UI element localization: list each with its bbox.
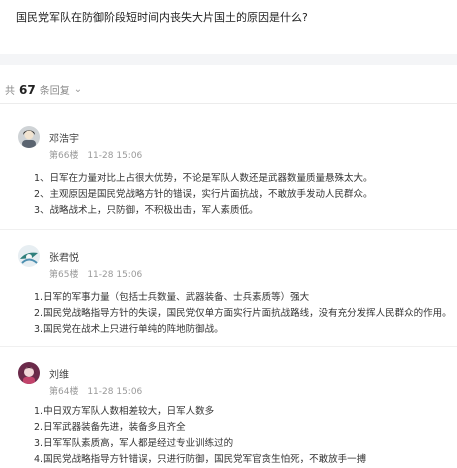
question-title: 国民党军队在防御阶段短时间内丧失大片国土的原因是什么? xyxy=(16,11,308,24)
author-name[interactable]: 邓浩宇 xyxy=(49,130,79,145)
author-name[interactable]: 刘维 xyxy=(49,366,69,381)
reply-time: 11-28 15:06 xyxy=(87,151,143,161)
reply-line: 1.中日双方军队人数相差较大，日军人数多 xyxy=(34,406,215,417)
section-band xyxy=(0,54,457,65)
avatar[interactable] xyxy=(18,126,40,148)
divider xyxy=(0,346,457,347)
reply-line: 4.国民党战略指导方针错误，只进行防御，国民党军官贪生怕死，不敢放手一搏 xyxy=(34,454,367,465)
reply-time: 11-28 15:06 xyxy=(87,270,143,280)
reply-line: 3.日军军队素质高，军人都是经过专业训练过的 xyxy=(34,438,234,449)
floor-number: 第64楼 xyxy=(49,387,79,397)
reply-line: 2.日军武器装备先进，装备多且齐全 xyxy=(34,422,186,433)
reply-meta: 第66楼 11-28 15:06 xyxy=(49,148,142,161)
reply-count-prefix: 共 xyxy=(5,86,15,97)
reply-content: 1、日军在力量对比上占很大优势，不论是军队人数还是武器数量质量悬殊太大。 2、主… xyxy=(34,171,373,219)
reply-count-suffix: 条回复 xyxy=(39,86,70,97)
reply-line: 2、主观原因是国民党战略方针的错误，实行片面抗战，不敢放手发动人民群众。 xyxy=(34,189,373,200)
reply-content: 1.日军的军事力量（包括士兵数量、武器装备、士兵素质等）强大 2.国民党战略指导… xyxy=(34,290,452,338)
reply-line: 3.国民党在战术上只进行单纯的阵地防御战。 xyxy=(34,324,224,335)
reply-meta: 第64楼 11-28 15:06 xyxy=(49,384,142,397)
avatar[interactable] xyxy=(18,362,40,384)
reply-count[interactable]: 共 67 条回复 ⌄ xyxy=(5,82,82,98)
reply-line: 3、战略战术上，只防御，不积极出击，军人素质低。 xyxy=(34,205,259,216)
reply-meta: 第65楼 11-28 15:06 xyxy=(49,267,142,280)
divider xyxy=(0,229,457,230)
reply-item: 邓浩宇 第66楼 11-28 15:06 1、日军在力量对比上占很大优势，不论是… xyxy=(18,126,448,216)
reply-time: 11-28 15:06 xyxy=(87,387,143,397)
reply-item: 刘维 第64楼 11-28 15:06 1.中日双方军队人数相差较大，日军人数多… xyxy=(18,362,448,465)
avatar[interactable] xyxy=(18,245,40,267)
reply-line: 2.国民党战略指导方针的失误，国民党仅单方面实行片面抗战路线，没有充分发挥人民群… xyxy=(34,308,452,319)
divider xyxy=(0,103,457,104)
floor-number: 第66楼 xyxy=(49,151,79,161)
reply-content: 1.中日双方军队人数相差较大，日军人数多 2.日军武器装备先进，装备多且齐全 3… xyxy=(34,404,366,468)
floor-number: 第65楼 xyxy=(49,270,79,280)
reply-count-number: 67 xyxy=(19,82,36,97)
reply-line: 1、日军在力量对比上占很大优势，不论是军队人数还是武器数量质量悬殊太大。 xyxy=(34,173,373,184)
chevron-down-icon[interactable]: ⌄ xyxy=(74,84,82,95)
reply-item: 张君悦 第65楼 11-28 15:06 1.日军的军事力量（包括士兵数量、武器… xyxy=(18,245,452,335)
reply-line: 1.日军的军事力量（包括士兵数量、武器装备、士兵素质等）强大 xyxy=(34,292,310,303)
author-name[interactable]: 张君悦 xyxy=(49,249,79,264)
